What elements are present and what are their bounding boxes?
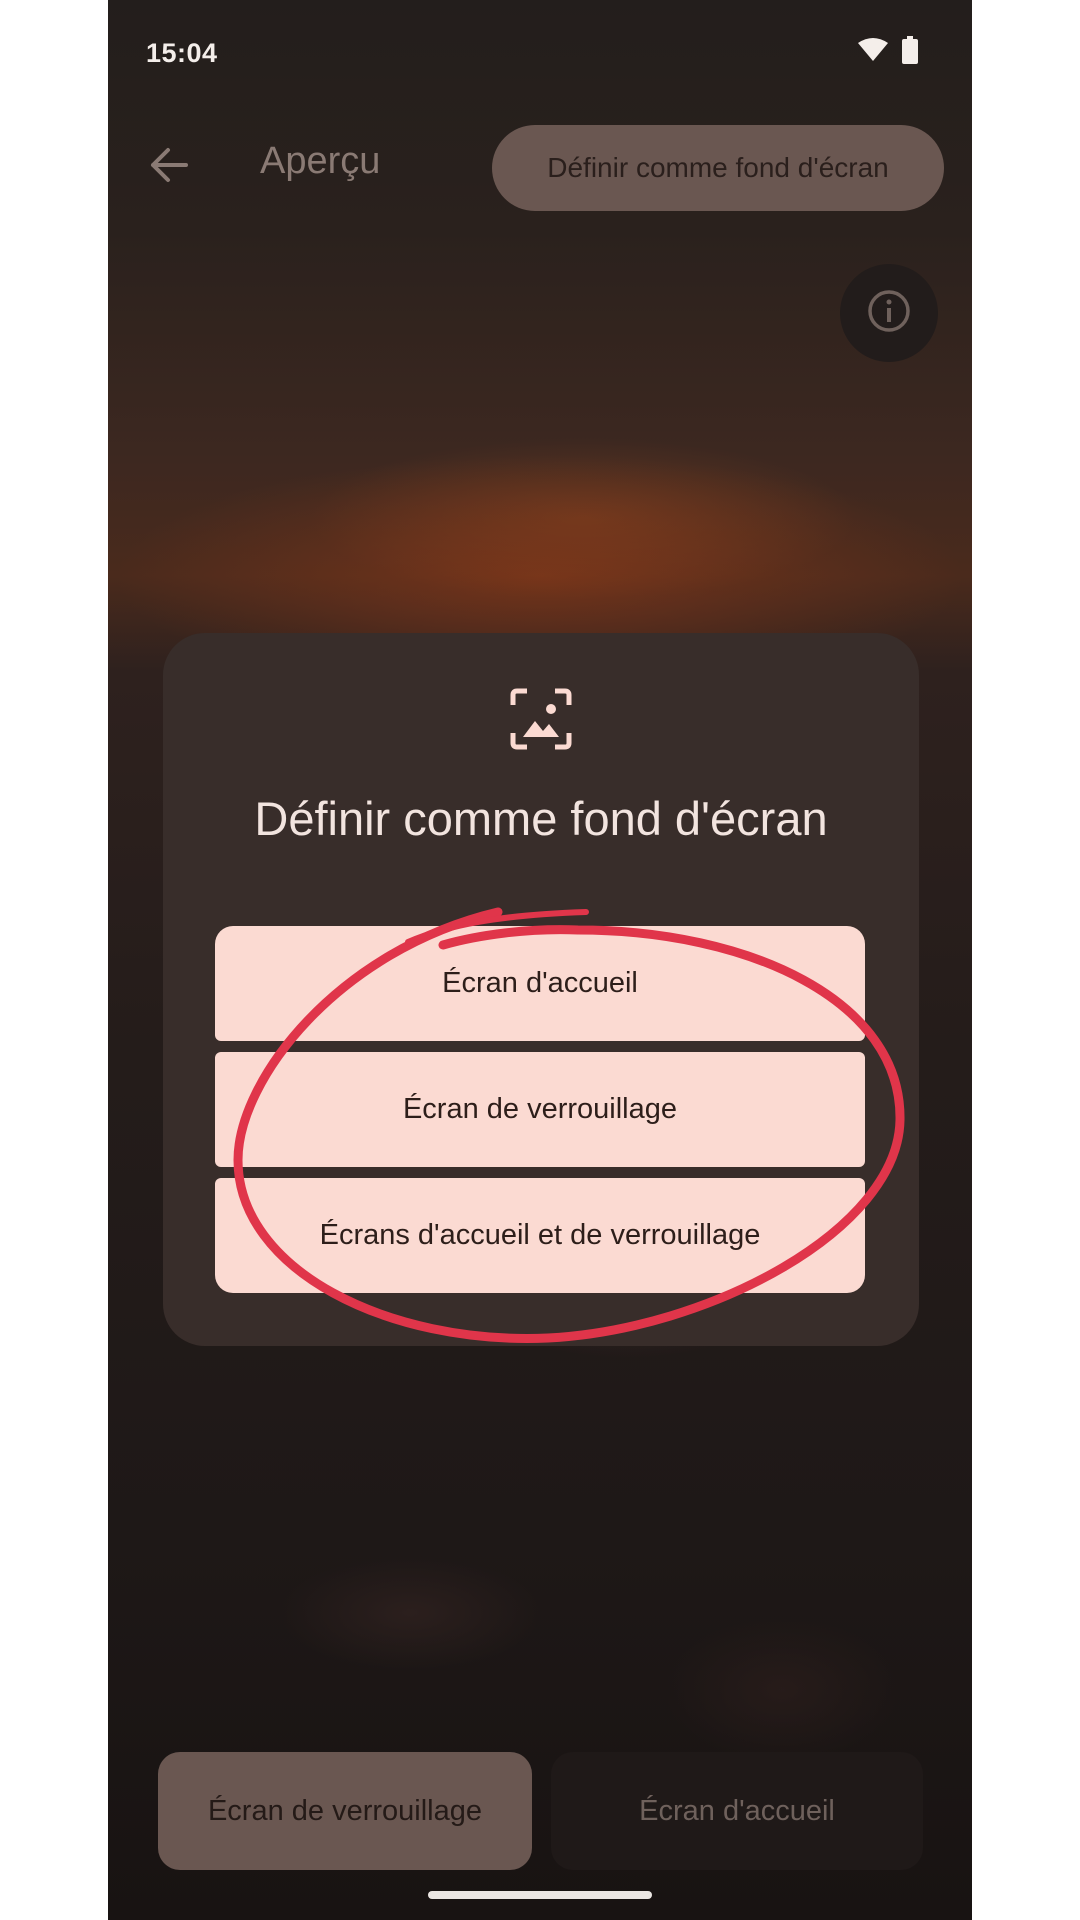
page-title: Aperçu [260, 140, 381, 182]
tab-home-screen[interactable]: Écran d'accueil [551, 1752, 923, 1870]
dialog-title: Définir comme fond d'écran [254, 792, 828, 845]
home-indicator[interactable] [428, 1891, 652, 1899]
tab-lock-screen[interactable]: Écran de verrouillage [158, 1752, 532, 1870]
info-button[interactable] [840, 264, 938, 362]
option-home-and-lock-screens[interactable]: Écrans d'accueil et de verrouillage [215, 1178, 865, 1293]
set-wallpaper-button[interactable]: Définir comme fond d'écran [492, 125, 944, 211]
battery-icon [902, 36, 918, 69]
wifi-icon [858, 38, 888, 67]
option-home-screen[interactable]: Écran d'accueil [215, 926, 865, 1041]
wallpaper-icon [509, 687, 573, 751]
status-time: 15:04 [146, 38, 218, 68]
arrow-left-icon [148, 147, 188, 188]
status-icons [858, 36, 918, 69]
phone-screen: 15:04 Aperçu Définir comme fond d'écran … [108, 0, 972, 1920]
preview-tabs: Écran de verrouillage Écran d'accueil [158, 1752, 923, 1870]
set-wallpaper-dialog: Définir comme fond d'écran Écran d'accue… [163, 633, 919, 1346]
info-icon [867, 289, 911, 338]
option-lock-screen[interactable]: Écran de verrouillage [215, 1052, 865, 1167]
back-button[interactable] [132, 135, 204, 199]
